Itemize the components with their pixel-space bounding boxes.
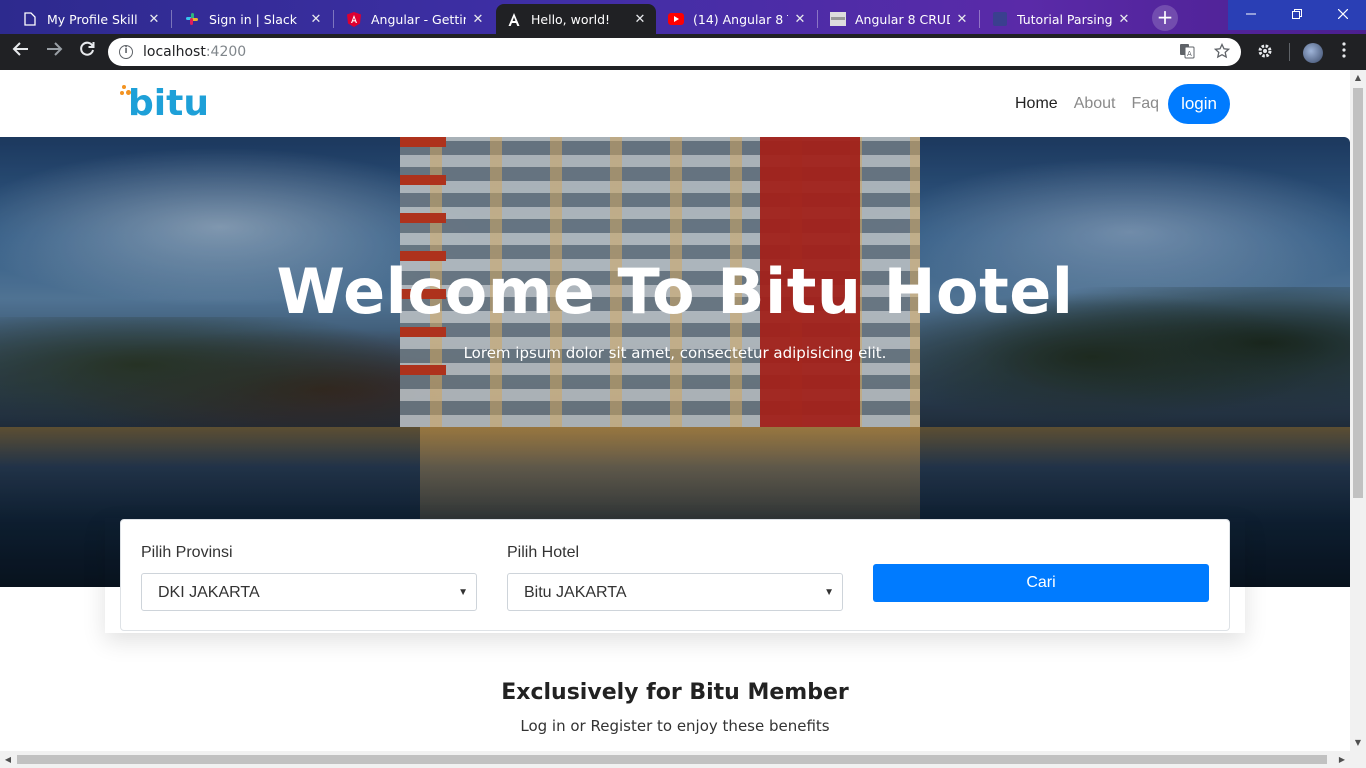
angular-icon [506, 11, 522, 27]
url-port: :4200 [205, 44, 247, 60]
toolbar-separator [1289, 43, 1290, 61]
tab-separator [817, 10, 818, 28]
chevron-down-icon: ▼ [824, 587, 834, 598]
tab-separator [979, 10, 980, 28]
tab-title: (14) Angular 8 Tuto [693, 11, 788, 27]
horizontal-scrollbar[interactable]: ◀ ▶ [0, 751, 1366, 768]
hotel-select-value: Bitu JAKARTA [524, 584, 627, 601]
url-text: localhost:4200 [143, 44, 246, 60]
reload-icon[interactable] [75, 40, 99, 64]
browser-tab-active[interactable]: Hello, world! ✕ [496, 4, 656, 34]
site-navbar: Home About Faq login [999, 84, 1230, 124]
site-icon [992, 11, 1008, 27]
close-tab-icon[interactable]: ✕ [632, 12, 648, 27]
new-tab-button[interactable]: + [1152, 5, 1178, 31]
hero-title: Welcome To Bitu Hotel [276, 255, 1074, 328]
member-section-title: Exclusively for Bitu Member [501, 680, 849, 705]
scroll-right-arrow-icon[interactable]: ▶ [1334, 751, 1350, 768]
province-select-value: DKI JAKARTA [158, 584, 260, 601]
nav-faq-link[interactable]: Faq [1132, 95, 1160, 113]
browser-tab[interactable]: Angular - Getting ✕ [336, 4, 494, 34]
page-viewport: bitu Home About Faq login Welcome To Bit… [0, 70, 1350, 751]
tab-title: Angular 8 CRUD E [855, 11, 950, 27]
hotel-search-card: Pilih Provinsi DKI JAKARTA ▼ Pilih Hotel… [120, 519, 1230, 631]
chevron-down-icon: ▼ [458, 587, 468, 598]
back-arrow-icon[interactable] [9, 40, 33, 64]
address-bar[interactable]: i localhost:4200 A [108, 38, 1241, 66]
hotel-label: Pilih Hotel [507, 544, 580, 561]
vertical-scroll-thumb[interactable] [1353, 88, 1363, 498]
angular-icon [346, 11, 362, 27]
logo-text: bitu [128, 83, 209, 124]
restore-window-button[interactable] [1274, 0, 1320, 30]
close-tab-icon[interactable]: ✕ [146, 12, 162, 27]
scroll-left-arrow-icon[interactable]: ◀ [0, 751, 16, 768]
tab-title: Sign in | Slack [209, 11, 297, 27]
svg-text:A: A [1187, 50, 1192, 58]
logo-dots [120, 84, 132, 98]
browser-tab[interactable]: Tutorial Parsing JS ✕ [982, 4, 1140, 34]
nav-home-link[interactable]: Home [1015, 95, 1058, 113]
tab-separator [333, 10, 334, 28]
close-window-button[interactable] [1320, 0, 1366, 30]
browser-tab-strip: My Profile Skill Me ✕ Sign in | Slack ✕ … [0, 0, 1366, 34]
forward-arrow-icon[interactable] [42, 40, 66, 64]
page-thumbnail-icon [830, 11, 846, 27]
tab-title: Tutorial Parsing JS [1017, 11, 1112, 27]
browser-tab[interactable]: Sign in | Slack ✕ [174, 4, 332, 34]
bitu-logo[interactable]: bitu [120, 84, 209, 124]
document-icon [22, 11, 38, 27]
hotel-select[interactable]: Bitu JAKARTA ▼ [507, 573, 843, 611]
profile-avatar[interactable] [1303, 43, 1323, 63]
extension-gear-icon[interactable] [1255, 42, 1275, 62]
close-tab-icon[interactable]: ✕ [954, 12, 970, 27]
close-tab-icon[interactable]: ✕ [470, 12, 486, 27]
browser-toolbar: i localhost:4200 A [0, 34, 1366, 70]
search-submit-button[interactable]: Cari [873, 564, 1209, 602]
close-tab-icon[interactable]: ✕ [308, 12, 324, 27]
hero-subtitle: Lorem ipsum dolor sit amet, consectetur … [463, 344, 887, 362]
browser-tab[interactable]: (14) Angular 8 Tuto ✕ [658, 4, 816, 34]
horizontal-scroll-thumb[interactable] [17, 755, 1327, 764]
url-host: localhost [143, 44, 206, 60]
kebab-menu-icon[interactable] [1334, 42, 1354, 62]
member-section-subtitle: Log in or Register to enjoy these benefi… [520, 717, 830, 735]
youtube-icon [668, 11, 684, 27]
scroll-down-arrow-icon[interactable]: ▼ [1350, 735, 1366, 751]
province-label: Pilih Provinsi [141, 544, 233, 561]
translate-icon[interactable]: A [1178, 43, 1196, 61]
scroll-up-arrow-icon[interactable]: ▲ [1350, 70, 1366, 86]
tab-title: My Profile Skill Me [47, 11, 142, 27]
slack-icon [184, 11, 200, 27]
province-select[interactable]: DKI JAKARTA ▼ [141, 573, 477, 611]
tab-separator [171, 10, 172, 28]
vertical-scrollbar[interactable]: ▲ ▼ [1350, 70, 1366, 751]
close-tab-icon[interactable]: ✕ [1116, 12, 1132, 27]
browser-tab[interactable]: My Profile Skill Me ✕ [12, 4, 170, 34]
tab-title: Angular - Getting [371, 11, 466, 27]
login-button[interactable]: login [1168, 84, 1230, 124]
tab-title: Hello, world! [531, 11, 611, 27]
bookmark-star-icon[interactable] [1213, 42, 1231, 61]
close-tab-icon[interactable]: ✕ [792, 12, 808, 27]
site-info-icon[interactable]: i [119, 45, 133, 59]
nav-about-link[interactable]: About [1074, 95, 1116, 113]
minimize-window-button[interactable] [1228, 0, 1274, 30]
browser-tab[interactable]: Angular 8 CRUD E ✕ [820, 4, 978, 34]
